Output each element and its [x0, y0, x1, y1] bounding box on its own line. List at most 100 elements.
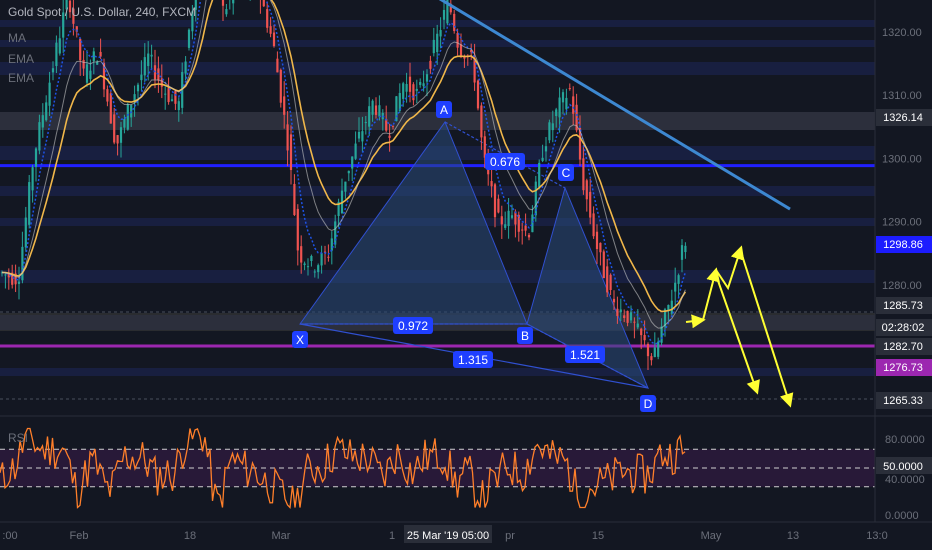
- candle-body: [17, 281, 21, 284]
- candle-body: [147, 53, 150, 67]
- candle-body: [480, 105, 483, 138]
- candle-body: [531, 214, 534, 233]
- candle-body: [439, 30, 442, 37]
- candle-body: [283, 96, 286, 115]
- candle-body: [45, 102, 48, 121]
- candle-body: [143, 57, 146, 76]
- ratio-label: 1.521: [570, 348, 600, 362]
- candle-body: [310, 255, 313, 262]
- indicator-ma-label[interactable]: MA: [8, 30, 26, 46]
- indicator-ema-label[interactable]: EMA: [8, 51, 34, 67]
- candle-body: [436, 33, 439, 53]
- candle-body: [170, 99, 174, 102]
- candle-body: [538, 162, 541, 188]
- candle-body: [555, 109, 558, 117]
- candle-body: [41, 115, 44, 128]
- candle-body: [504, 224, 507, 228]
- candle-body: [262, 0, 265, 7]
- candle-body: [232, 0, 235, 4]
- price-tag-label: 1285.73: [883, 300, 923, 312]
- candle-body: [674, 282, 677, 292]
- rsi-label[interactable]: RSI: [8, 430, 28, 446]
- candle-body: [582, 158, 585, 191]
- candle-body: [48, 82, 51, 106]
- time-tick-label: 18: [184, 530, 196, 542]
- candle-body: [293, 183, 296, 215]
- candle-body: [269, 26, 272, 34]
- candle-body: [351, 156, 354, 169]
- time-tick-label: May: [701, 530, 722, 542]
- candle-body: [109, 93, 112, 124]
- time-tick-label: :00: [2, 530, 17, 542]
- candle-body: [473, 58, 476, 83]
- candle-body: [585, 180, 588, 200]
- candle-body: [167, 88, 170, 103]
- candle-body: [51, 68, 55, 73]
- candle-body: [221, 0, 225, 6]
- candle-body: [276, 58, 279, 73]
- candle-body: [184, 61, 187, 74]
- ratio-label: 1.315: [458, 353, 488, 367]
- rsi-tick-label: 50.0000: [883, 461, 923, 473]
- candle-body: [507, 210, 510, 227]
- candle-body: [640, 328, 643, 336]
- candle-body: [31, 167, 34, 191]
- ratio-label: 0.676: [490, 155, 520, 169]
- candle-body: [476, 80, 480, 109]
- candle-body: [592, 213, 595, 237]
- candle-body: [21, 246, 24, 281]
- candle-body: [177, 101, 180, 111]
- candle-body: [500, 216, 503, 225]
- candle-body: [357, 131, 361, 139]
- candle-body: [368, 106, 371, 127]
- candle-body: [680, 245, 684, 260]
- chart-symbol-title[interactable]: Gold Spot / U.S. Dollar, 240, FXCM: [8, 4, 196, 20]
- candle-body: [497, 198, 500, 213]
- time-tick-label: pr: [505, 530, 515, 542]
- candle-body: [493, 184, 497, 218]
- candle-body: [187, 29, 191, 48]
- point-label-d: D: [644, 397, 653, 411]
- candle-body: [55, 42, 58, 67]
- price-axis[interactable]: 1270.001280.001290.001300.001310.001320.…: [874, 0, 932, 530]
- trendline-group[interactable]: [210, 0, 791, 211]
- candle-body: [174, 91, 177, 104]
- time-axis[interactable]: :00 Feb 18 Mar 1 25 Mar '19 05:00 pr 15 May 13 13:…: [0, 521, 932, 550]
- chart-canvas[interactable]: XABCD0.9721.3150.6761.521 1270.001280.00…: [0, 0, 932, 550]
- indicator-ema2-label[interactable]: EMA: [8, 70, 34, 86]
- rsi-panel: [0, 415, 932, 509]
- point-label-c: C: [562, 166, 571, 180]
- candle-body: [629, 312, 633, 321]
- candle-body: [300, 246, 303, 263]
- candle-body: [544, 146, 548, 152]
- ratio-label: 0.972: [398, 319, 428, 333]
- candle-body: [38, 122, 41, 151]
- candle-body: [402, 83, 405, 99]
- price-tag-label: 1298.86: [883, 239, 923, 251]
- candle-body: [24, 217, 27, 248]
- candle-body: [361, 131, 364, 142]
- candle-body: [296, 208, 299, 251]
- candle-body: [558, 97, 561, 118]
- candle-body: [334, 221, 337, 245]
- candle-body: [517, 214, 520, 232]
- rsi-tick-label: 80.0000: [885, 434, 925, 446]
- candle-body: [313, 271, 316, 273]
- candle-body: [89, 70, 92, 79]
- price-tick-label: 1280.00: [882, 280, 922, 292]
- candle-body: [408, 76, 412, 92]
- candle-body: [429, 60, 432, 69]
- candle-body: [354, 143, 357, 159]
- candle-body: [99, 51, 102, 57]
- candle-body: [626, 310, 629, 323]
- candle-body: [616, 308, 619, 317]
- candle-body: [415, 88, 418, 91]
- candle-body: [432, 39, 435, 54]
- candle-body: [623, 315, 626, 319]
- candle-body: [330, 238, 333, 251]
- candle-body: [561, 92, 565, 103]
- candle-body: [619, 309, 622, 313]
- candle-body: [82, 59, 85, 69]
- price-band: [0, 368, 875, 376]
- candle-body: [317, 265, 320, 273]
